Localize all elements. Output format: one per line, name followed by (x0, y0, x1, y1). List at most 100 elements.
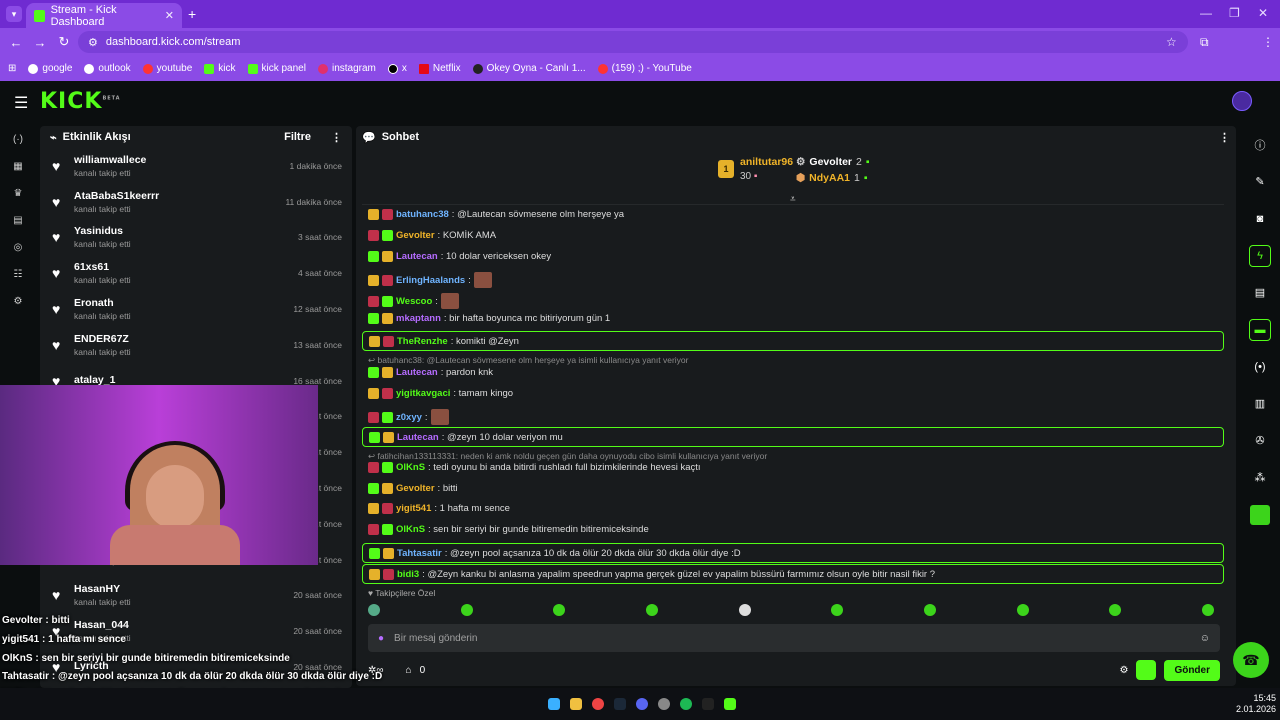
community-icon[interactable]: ☷ (0, 261, 36, 288)
kick-logo[interactable]: KICKBETA (40, 89, 121, 114)
chat-username[interactable]: mkaptann (396, 313, 441, 324)
chat-message[interactable]: Lautecan: @zeyn 10 dolar veriyon mu (362, 427, 1224, 447)
chat-toggle-icon[interactable]: ▬ (1240, 311, 1280, 348)
chrome-icon[interactable] (592, 698, 604, 710)
activity-item[interactable]: ♥ Yasinidus kanalı takip etti 3 saat önce (40, 220, 352, 256)
edit-icon[interactable]: ✎ (1240, 163, 1280, 200)
bookmark-youtube-2[interactable]: (159) ;) - YouTube (597, 63, 692, 74)
tools-icon[interactable]: ✇ (1240, 422, 1280, 459)
emote-10[interactable] (1201, 604, 1214, 616)
reload-icon[interactable]: ↻ (52, 34, 76, 50)
chat-message[interactable]: Tahtasatir: @zeyn pool açsanıza 10 dk da… (362, 543, 1224, 563)
notes-icon[interactable]: ▤ (1240, 274, 1280, 311)
activity-more-icon[interactable]: ⋮ (331, 131, 342, 144)
support-fab[interactable]: ☎ (1233, 642, 1269, 678)
emote-6[interactable] (831, 604, 844, 616)
chat-input[interactable]: ● Bir mesaj gönderin ☺ (368, 624, 1220, 652)
chat-message[interactable]: OlKnS: sen bir seriyi bir gunde bitireme… (368, 524, 649, 535)
chat-username[interactable]: yigitkavgaci (396, 388, 450, 399)
broadcast-icon[interactable]: (·) (0, 126, 36, 153)
site-info-icon[interactable]: ⚙ (88, 36, 98, 49)
nodes-icon[interactable]: ⁂ (1240, 459, 1280, 496)
emote-1[interactable] (368, 604, 380, 616)
quick-actions-icon[interactable]: ϟ (1240, 237, 1280, 274)
chat-username[interactable]: bidi3 (397, 569, 419, 580)
chat-username[interactable]: OlKnS (396, 524, 425, 535)
explorer-icon[interactable] (570, 698, 582, 710)
leader-2[interactable]: ⚙ Gevolter 2 ▪ (796, 156, 870, 168)
close-tab-icon[interactable]: ✕ (165, 9, 174, 22)
live-icon[interactable]: (•) (1240, 348, 1280, 385)
chat-message[interactable]: yigit541: 1 hafta mı sence (368, 503, 510, 514)
mic-icon[interactable]: ● (378, 633, 384, 644)
chat-username[interactable]: Gevolter (396, 230, 435, 241)
game-icon[interactable] (1240, 496, 1280, 533)
emote-7[interactable] (923, 604, 936, 616)
activity-item[interactable]: ♥ AtaBabaS1keerrr kanalı takip etti 11 daki… (40, 184, 352, 220)
settings-icon[interactable]: ⚙ (0, 288, 36, 315)
chat-message[interactable]: yigitkavgaci: tamam kingo (368, 388, 513, 399)
chat-username[interactable]: Gevolter (396, 483, 435, 494)
chat-username[interactable]: batuhanc38 (396, 209, 449, 220)
chat-username[interactable]: ErlingHaalands (396, 275, 465, 286)
chat-username[interactable]: Lautecan (397, 432, 439, 443)
bookmark-google[interactable]: google (28, 63, 72, 74)
close-window-icon[interactable]: ✕ (1258, 6, 1268, 20)
emote-9[interactable] (1109, 604, 1122, 616)
send-button[interactable]: Gönder (1164, 659, 1220, 681)
back-icon[interactable]: ← (4, 35, 28, 50)
emote-3[interactable] (553, 604, 566, 616)
chat-username[interactable]: Tahtasatir (397, 548, 442, 559)
chat-message[interactable]: OlKnS: tedi oyunu bi anda bitirdi rushla… (368, 462, 701, 473)
spotify-icon[interactable] (680, 698, 692, 710)
emote-8[interactable] (1016, 604, 1029, 616)
store-icon[interactable]: ⌂ (406, 665, 412, 676)
chat-message[interactable]: Gevolter: bitti (368, 483, 458, 494)
activity-item[interactable]: ♥ HasanHY kanalı takip etti 20 saat önce (40, 578, 352, 614)
emote-2[interactable] (460, 604, 473, 616)
bookmark-okey[interactable]: Okey Oyna - Canlı 1... (472, 63, 586, 74)
chat-message[interactable]: ErlingHaalands: (368, 272, 492, 288)
analytics-icon[interactable]: ▦ (0, 153, 36, 180)
chat-message[interactable]: batuhanc38: @Lautecan sövmesene olm herş… (368, 209, 624, 220)
chat-message[interactable]: Lautecan: 10 dolar vericeksen okey (368, 251, 551, 262)
kick-emote-button[interactable] (1136, 660, 1157, 680)
chat-message[interactable]: z0xyy: (368, 409, 449, 425)
emoji-icon[interactable]: ☺ (1200, 633, 1210, 644)
extensions-icon[interactable]: ⧉ (1200, 35, 1209, 50)
chat-message[interactable]: Lautecan: pardon knk (368, 367, 493, 378)
chat-message[interactable]: Gevolter: KOMİK AMA (368, 230, 496, 241)
trophy-icon[interactable]: ♛ (0, 180, 36, 207)
bookmark-youtube[interactable]: youtube (142, 63, 192, 74)
chat-username[interactable]: TheRenzhe (397, 336, 448, 347)
activity-item[interactable]: ♥ Eronath kanalı takip etti 12 saat önce (40, 291, 352, 327)
filter-button[interactable]: Filtre (284, 131, 311, 143)
minimize-icon[interactable]: — (1200, 6, 1212, 20)
tab-search-button[interactable]: ▾ (6, 6, 22, 22)
chat-settings-icon[interactable]: ⚙ (1119, 665, 1128, 676)
discord-icon[interactable] (636, 698, 648, 710)
chat-username[interactable]: Wescoo (396, 296, 432, 307)
activity-item[interactable]: ♥ williamwallece kanalı takip etti 1 dakika… (40, 148, 352, 184)
chat-message[interactable]: bidi3: @Zeyn kanku bi anlasma yapalim sp… (362, 564, 1224, 584)
steam-icon[interactable] (614, 698, 626, 710)
chat-username[interactable]: Lautecan (396, 367, 438, 378)
bookmark-outlook[interactable]: outlook (84, 63, 131, 74)
emote-5[interactable] (738, 604, 751, 616)
chat-username[interactable]: OlKnS (396, 462, 425, 473)
chat-message[interactable]: mkaptann: bir hafta boyunca mc bitiriyor… (368, 313, 610, 324)
obs-icon[interactable] (658, 698, 670, 710)
print-icon[interactable]: ▥ (1240, 385, 1280, 422)
bookmark-netflix[interactable]: Netflix (418, 63, 461, 74)
chat-username[interactable]: Lautecan (396, 251, 438, 262)
start-icon[interactable] (548, 698, 560, 710)
emote-4[interactable] (645, 604, 658, 616)
leader-3[interactable]: ⬢ NdyAA1 1 ▪ (796, 172, 868, 184)
chat-username[interactable]: z0xyy (396, 412, 422, 423)
menu-icon[interactable]: ☰ (14, 93, 28, 113)
browser-menu-icon[interactable]: ⋮ (1262, 35, 1274, 49)
info-icon[interactable]: ⓘ (1240, 126, 1280, 163)
apps-grid-icon[interactable]: ⊞ (8, 63, 16, 74)
forward-icon[interactable]: → (28, 35, 52, 50)
leader-1-name[interactable]: aniltutar96 (740, 156, 793, 168)
